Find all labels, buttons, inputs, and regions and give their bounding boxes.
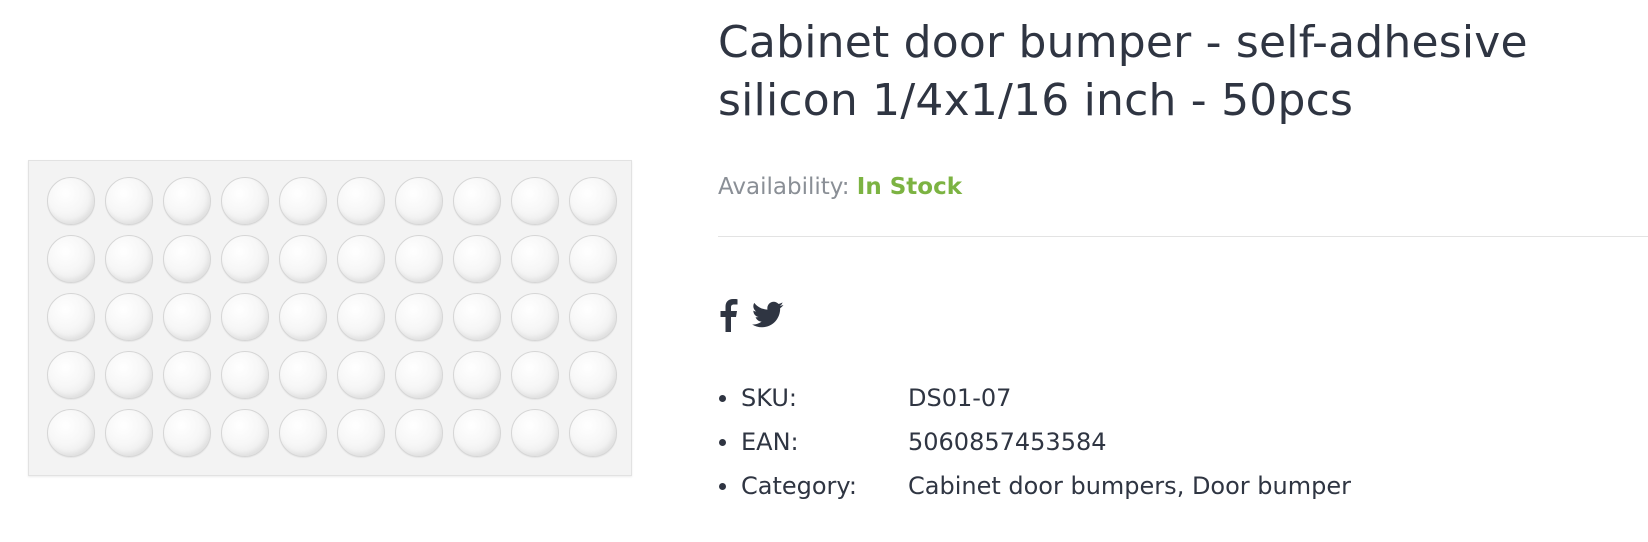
bumper-dot: [337, 293, 385, 341]
bumper-dot: [395, 351, 443, 399]
bumper-dot: [221, 293, 269, 341]
category-separator: ,: [1176, 472, 1192, 500]
bumper-dot: [453, 293, 501, 341]
bumper-dot: [279, 351, 327, 399]
bumper-dot: [163, 351, 211, 399]
bumper-dot: [221, 351, 269, 399]
bumper-dot: [279, 235, 327, 283]
bumper-dot: [511, 293, 559, 341]
ean-label: EAN:: [741, 428, 799, 456]
bumper-dot: [395, 409, 443, 457]
bumper-dot: [105, 235, 153, 283]
bumper-dot: [395, 177, 443, 225]
category-link-cabinet-door-bumpers[interactable]: Cabinet door bumpers: [908, 472, 1177, 500]
bumper-dot: [511, 351, 559, 399]
bumper-dot: [569, 293, 617, 341]
bumper-dot: [569, 177, 617, 225]
bumper-dot: [47, 409, 95, 457]
category-label: Category:: [741, 472, 857, 500]
bumper-dot: [511, 235, 559, 283]
bumper-dot: [47, 351, 95, 399]
bumper-dot: [163, 409, 211, 457]
bumper-dot: [47, 235, 95, 283]
bumper-dot: [511, 409, 559, 457]
bumper-dot: [163, 293, 211, 341]
bumper-dot: [163, 235, 211, 283]
bumper-dot: [395, 293, 443, 341]
bumper-dot: [569, 351, 617, 399]
bullet: [719, 439, 726, 446]
bumper-dot: [453, 409, 501, 457]
bumper-dot: [395, 235, 443, 283]
bumper-dot: [279, 293, 327, 341]
bumper-dot: [47, 177, 95, 225]
bumper-dot: [569, 235, 617, 283]
bumper-dot: [47, 293, 95, 341]
bumper-dot: [105, 351, 153, 399]
bumper-dot: [279, 177, 327, 225]
bumper-grid: [47, 177, 617, 457]
availability-status: In Stock: [856, 174, 962, 200]
bumper-dot: [221, 177, 269, 225]
bullet: [719, 483, 726, 490]
product-image[interactable]: [28, 160, 632, 476]
category-value: Cabinet door bumpers, Door bumper: [908, 466, 1351, 506]
twitter-share-link[interactable]: [752, 301, 784, 329]
bumper-dot: [569, 409, 617, 457]
bumper-dot: [163, 177, 211, 225]
bullet: [719, 395, 726, 402]
bumper-dot: [453, 235, 501, 283]
bumper-dot: [337, 409, 385, 457]
bumper-dot: [221, 409, 269, 457]
share-links: [718, 298, 798, 332]
bumper-dot: [105, 293, 153, 341]
bumper-dot: [105, 409, 153, 457]
bumper-dot: [453, 351, 501, 399]
product-title: Cabinet door bumper - self-adhesive sili…: [718, 17, 1528, 126]
twitter-icon: [752, 301, 784, 328]
bumper-dot: [511, 177, 559, 225]
facebook-share-link[interactable]: [718, 298, 738, 332]
divider: [718, 236, 1648, 237]
availability: Availability: In Stock: [718, 172, 962, 202]
ean-value: 5060857453584: [908, 428, 1107, 456]
bumper-dot: [279, 409, 327, 457]
sku-label: SKU:: [741, 384, 797, 412]
bumper-dot: [337, 177, 385, 225]
bumper-dot: [105, 177, 153, 225]
bumper-dot: [337, 351, 385, 399]
bumper-dot: [221, 235, 269, 283]
bumper-dot: [337, 235, 385, 283]
sku-value: DS01-07: [908, 384, 1012, 412]
facebook-icon: [720, 299, 738, 332]
availability-label: Availability:: [718, 174, 850, 200]
bumper-dot: [453, 177, 501, 225]
category-link-door-bumper[interactable]: Door bumper: [1192, 472, 1351, 500]
